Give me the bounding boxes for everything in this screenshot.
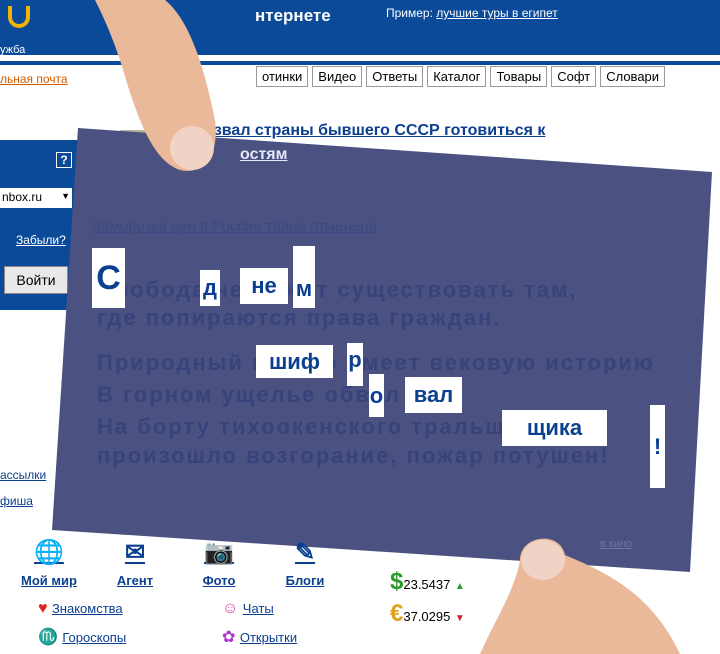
zodiac-icon: ♏ bbox=[38, 629, 58, 646]
link-postcards[interactable]: ✿ Открытки bbox=[222, 627, 297, 647]
service-my-world[interactable]: 🌐 Мой мир bbox=[18, 538, 80, 588]
service-agent[interactable]: ✉ Агент bbox=[110, 538, 160, 588]
highlight-letter: щика bbox=[502, 410, 607, 446]
highlight-letter: ! bbox=[650, 405, 665, 488]
highlight-letter: д bbox=[200, 270, 220, 306]
link-chats[interactable]: ☺ Чаты bbox=[222, 600, 274, 618]
service-label: Мой мир bbox=[21, 573, 77, 588]
service-photo[interactable]: 📷 Фото bbox=[196, 538, 242, 588]
link-horoscopes[interactable]: ♏ Гороскопы bbox=[38, 627, 126, 647]
news-headline-freeze[interactable]: Заморозка цен в России тайно отменена bbox=[92, 218, 377, 235]
card-line: произошло возгорание, пожар потушен! bbox=[97, 443, 610, 468]
link-label: Открытки bbox=[239, 630, 298, 645]
rate-value: 37.0295 bbox=[403, 609, 451, 624]
thumbnail-nail-bottom bbox=[521, 540, 565, 580]
highlight-letter: не bbox=[240, 268, 288, 304]
rate-usd: $23.5437 ▲ bbox=[390, 568, 465, 596]
card-line: где попираются права граждан. bbox=[97, 305, 502, 330]
heart-icon: ♥ bbox=[38, 600, 48, 617]
trend-down-icon: ▼ bbox=[454, 613, 465, 624]
trend-up-icon: ▲ bbox=[454, 581, 465, 592]
service-label: Фото bbox=[202, 573, 236, 588]
rate-eur: €37.0295 ▼ bbox=[390, 600, 465, 628]
envelope-icon: ✉ bbox=[124, 539, 146, 566]
link-label: Знакомства bbox=[51, 601, 123, 616]
camera-icon: 📷 bbox=[204, 539, 234, 566]
highlight-letter: шиф bbox=[256, 345, 333, 378]
card-line: На борту тихоокенского тральщика bbox=[97, 414, 549, 439]
dollar-icon: $ bbox=[390, 568, 404, 595]
service-label: Агент bbox=[116, 573, 154, 588]
thumbnail-nail bbox=[170, 126, 214, 170]
card-line: Свобода не может существовать там, bbox=[97, 277, 578, 302]
highlight-letter: С bbox=[92, 248, 125, 308]
cinema-link[interactable]: в кино bbox=[600, 538, 632, 550]
euro-icon: € bbox=[390, 600, 404, 627]
link-label: Гороскопы bbox=[62, 630, 127, 645]
blog-pen-icon: ✎ bbox=[294, 539, 316, 566]
highlight-letter: о bbox=[369, 374, 384, 417]
service-blogs[interactable]: ✎ Блоги bbox=[280, 538, 330, 588]
card-line: Природный шифер имеет вековую историю bbox=[97, 350, 655, 375]
news-headline-cont[interactable]: остям bbox=[240, 146, 287, 164]
highlight-letter: р bbox=[347, 343, 363, 386]
link-label: Чаты bbox=[242, 601, 274, 616]
link-dating[interactable]: ♥ Знакомства bbox=[38, 600, 123, 618]
highlight-letter: м bbox=[293, 246, 315, 308]
service-label: Блоги bbox=[285, 573, 325, 588]
chat-icon: ☺ bbox=[222, 600, 239, 617]
rate-value: 23.5437 bbox=[403, 577, 451, 592]
postcard-icon: ✿ bbox=[222, 629, 236, 646]
highlight-letter: вал bbox=[405, 377, 462, 413]
globe-user-icon: 🌐 bbox=[34, 539, 64, 566]
